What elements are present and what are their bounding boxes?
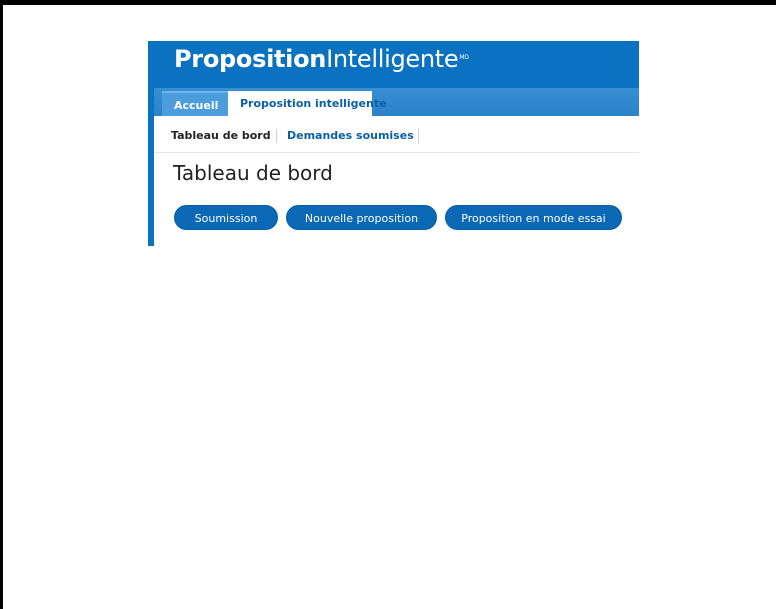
app-container: PropositionIntelligenteMD Accueil Propos… xyxy=(148,41,639,246)
logo-bold-text: Proposition xyxy=(174,45,327,73)
logo-trademark: MD xyxy=(459,54,469,61)
window-frame: PropositionIntelligenteMD Accueil Propos… xyxy=(0,0,776,609)
soumission-button[interactable]: Soumission xyxy=(174,205,278,230)
subnav-tableau-de-bord[interactable]: Tableau de bord xyxy=(171,129,271,142)
app-logo: PropositionIntelligenteMD xyxy=(174,45,469,73)
main-tab-bar: Accueil Proposition intelligente xyxy=(148,88,639,116)
tab-accueil[interactable]: Accueil xyxy=(162,91,228,116)
header-banner: PropositionIntelligenteMD xyxy=(148,41,639,88)
tab-proposition-intelligente[interactable]: Proposition intelligente xyxy=(228,91,387,116)
subnav-demandes-soumises[interactable]: Demandes soumises xyxy=(287,129,414,142)
subnav-separator xyxy=(276,129,277,143)
proposition-mode-essai-button[interactable]: Proposition en mode essai xyxy=(445,205,622,230)
left-accent-bar xyxy=(148,41,154,246)
page-title: Tableau de bord xyxy=(173,161,333,185)
subnav-separator xyxy=(418,129,419,143)
logo-thin-text: Intelligente xyxy=(326,45,459,73)
nouvelle-proposition-button[interactable]: Nouvelle proposition xyxy=(286,205,437,230)
sub-navigation: Tableau de bord Demandes soumises xyxy=(154,116,639,153)
